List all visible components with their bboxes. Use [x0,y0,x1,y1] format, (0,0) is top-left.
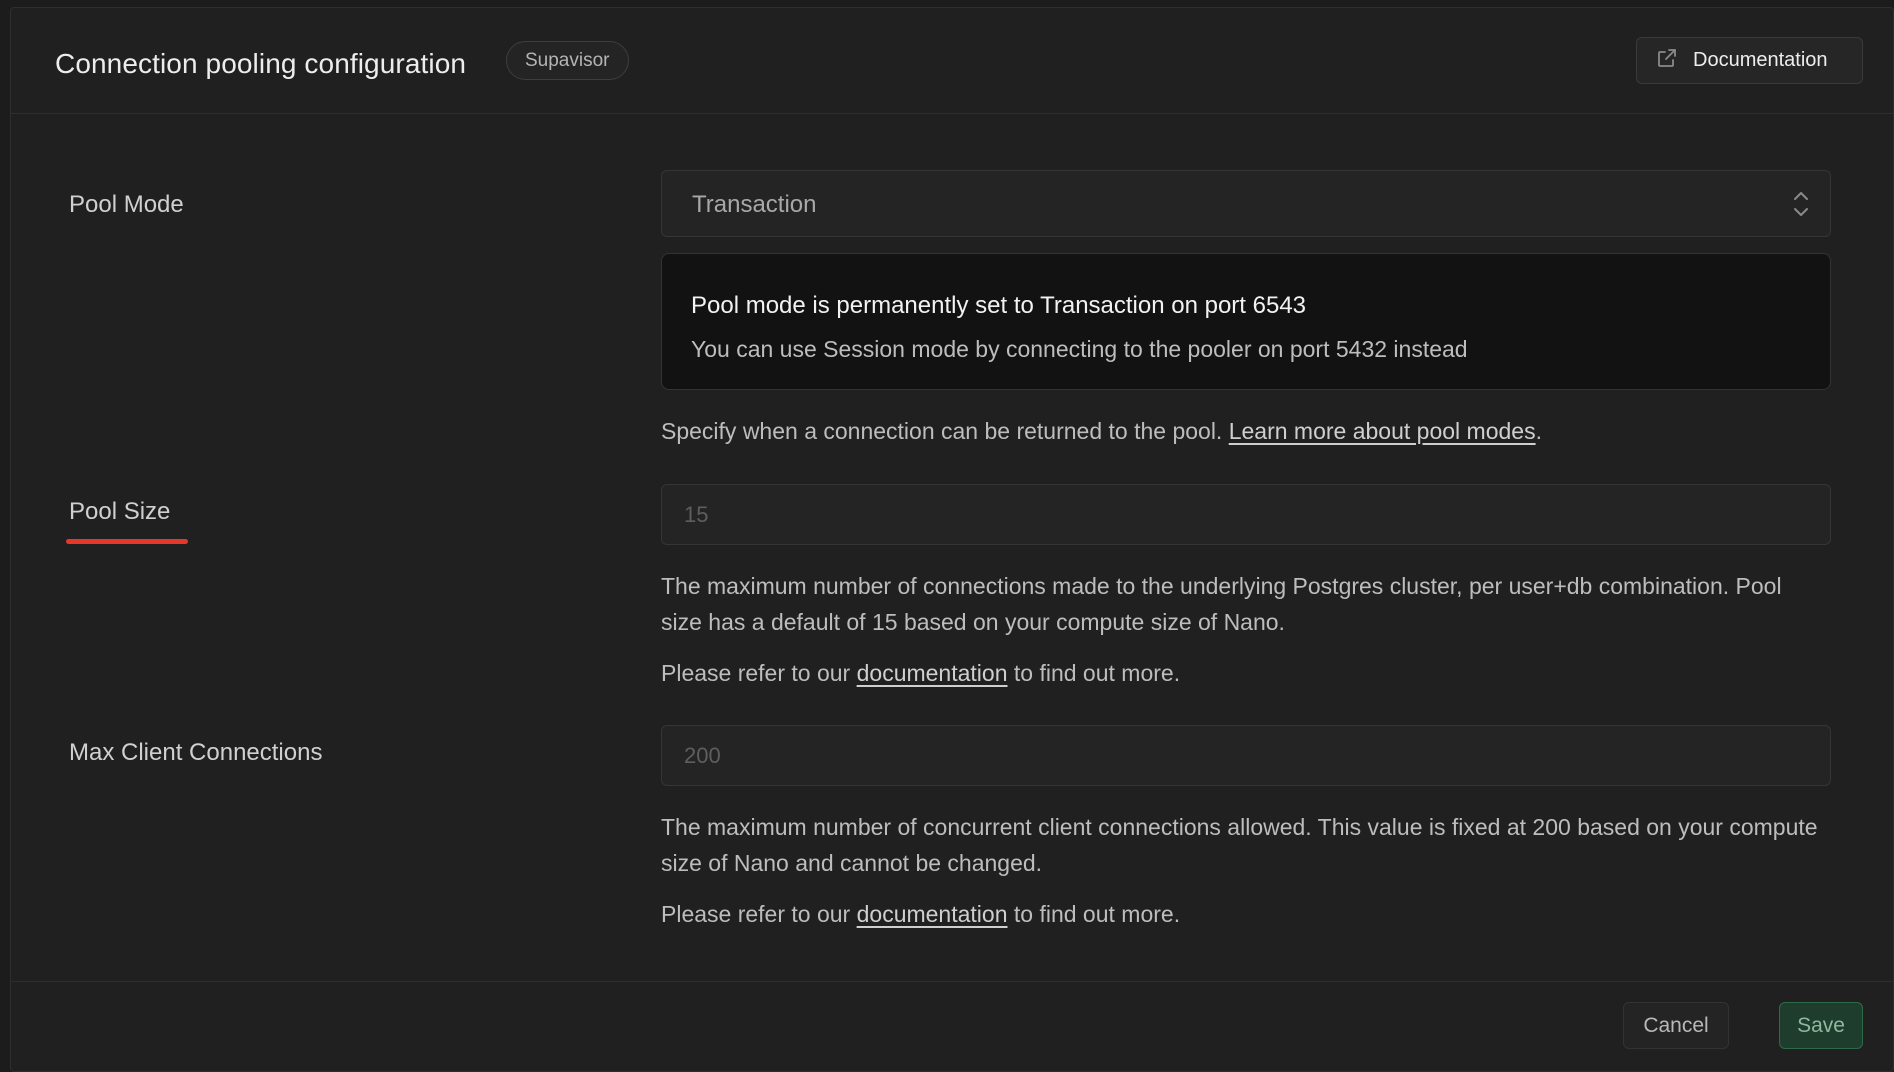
pool-mode-help-text: Specify when a connection can be returne… [661,418,1229,444]
alert-body: You can use Session mode by connecting t… [691,336,1468,362]
max-client-connections-refer: Please refer to our documentation to fin… [661,896,1821,932]
pool-size-refer: Please refer to our documentation to fin… [661,655,1821,691]
max-client-connections-label: Max Client Connections [69,739,323,766]
max-client-connections-placeholder: 200 [684,743,721,768]
cancel-button[interactable]: Cancel [1623,1002,1729,1049]
pool-size-help: The maximum number of connections made t… [661,573,1782,635]
supavisor-badge: Supavisor [506,41,629,80]
chevron-up-down-icon [1794,192,1808,216]
panel-footer: Cancel Save [11,981,1893,1071]
pool-size-highlight [66,539,188,544]
pool-size-refer-prefix: Please refer to our [661,660,857,686]
pool-mode-help-suffix: . [1535,418,1542,444]
pool-mode-select[interactable]: Transaction [661,170,1831,237]
documentation-button-label: Documentation [1693,49,1828,71]
pool-size-label: Pool Size [69,498,171,525]
page-title: Connection pooling configuration [55,48,467,79]
panel-header: Connection pooling configuration Supavis… [11,8,1893,114]
alert-title: Pool mode is permanently set to Transact… [691,292,1307,319]
max-client-refer-suffix: to find out more. [1007,901,1181,927]
pool-size-placeholder: 15 [684,502,709,527]
pool-mode-label: Pool Mode [69,191,184,218]
pool-mode-alert: Pool mode is permanently set to Transact… [661,253,1831,390]
pool-mode-help: Specify when a connection can be returne… [661,413,1821,449]
pool-modes-link[interactable]: Learn more about pool modes [1229,418,1536,444]
max-client-documentation-link[interactable]: documentation [857,901,1008,927]
max-client-connections-input[interactable]: 200 [661,725,1831,786]
save-button[interactable]: Save [1779,1002,1863,1049]
max-client-refer-prefix: Please refer to our [661,901,857,927]
max-client-connections-help: The maximum number of concurrent client … [661,814,1818,876]
documentation-button[interactable]: Documentation [1636,37,1863,84]
pool-size-documentation-link[interactable]: documentation [857,660,1008,686]
external-link-icon [1655,46,1679,76]
pool-mode-value: Transaction [692,191,817,218]
pool-size-refer-suffix: to find out more. [1007,660,1181,686]
pool-size-input[interactable]: 15 [661,484,1831,545]
connection-pooling-panel: Connection pooling configuration Supavis… [10,7,1894,1072]
